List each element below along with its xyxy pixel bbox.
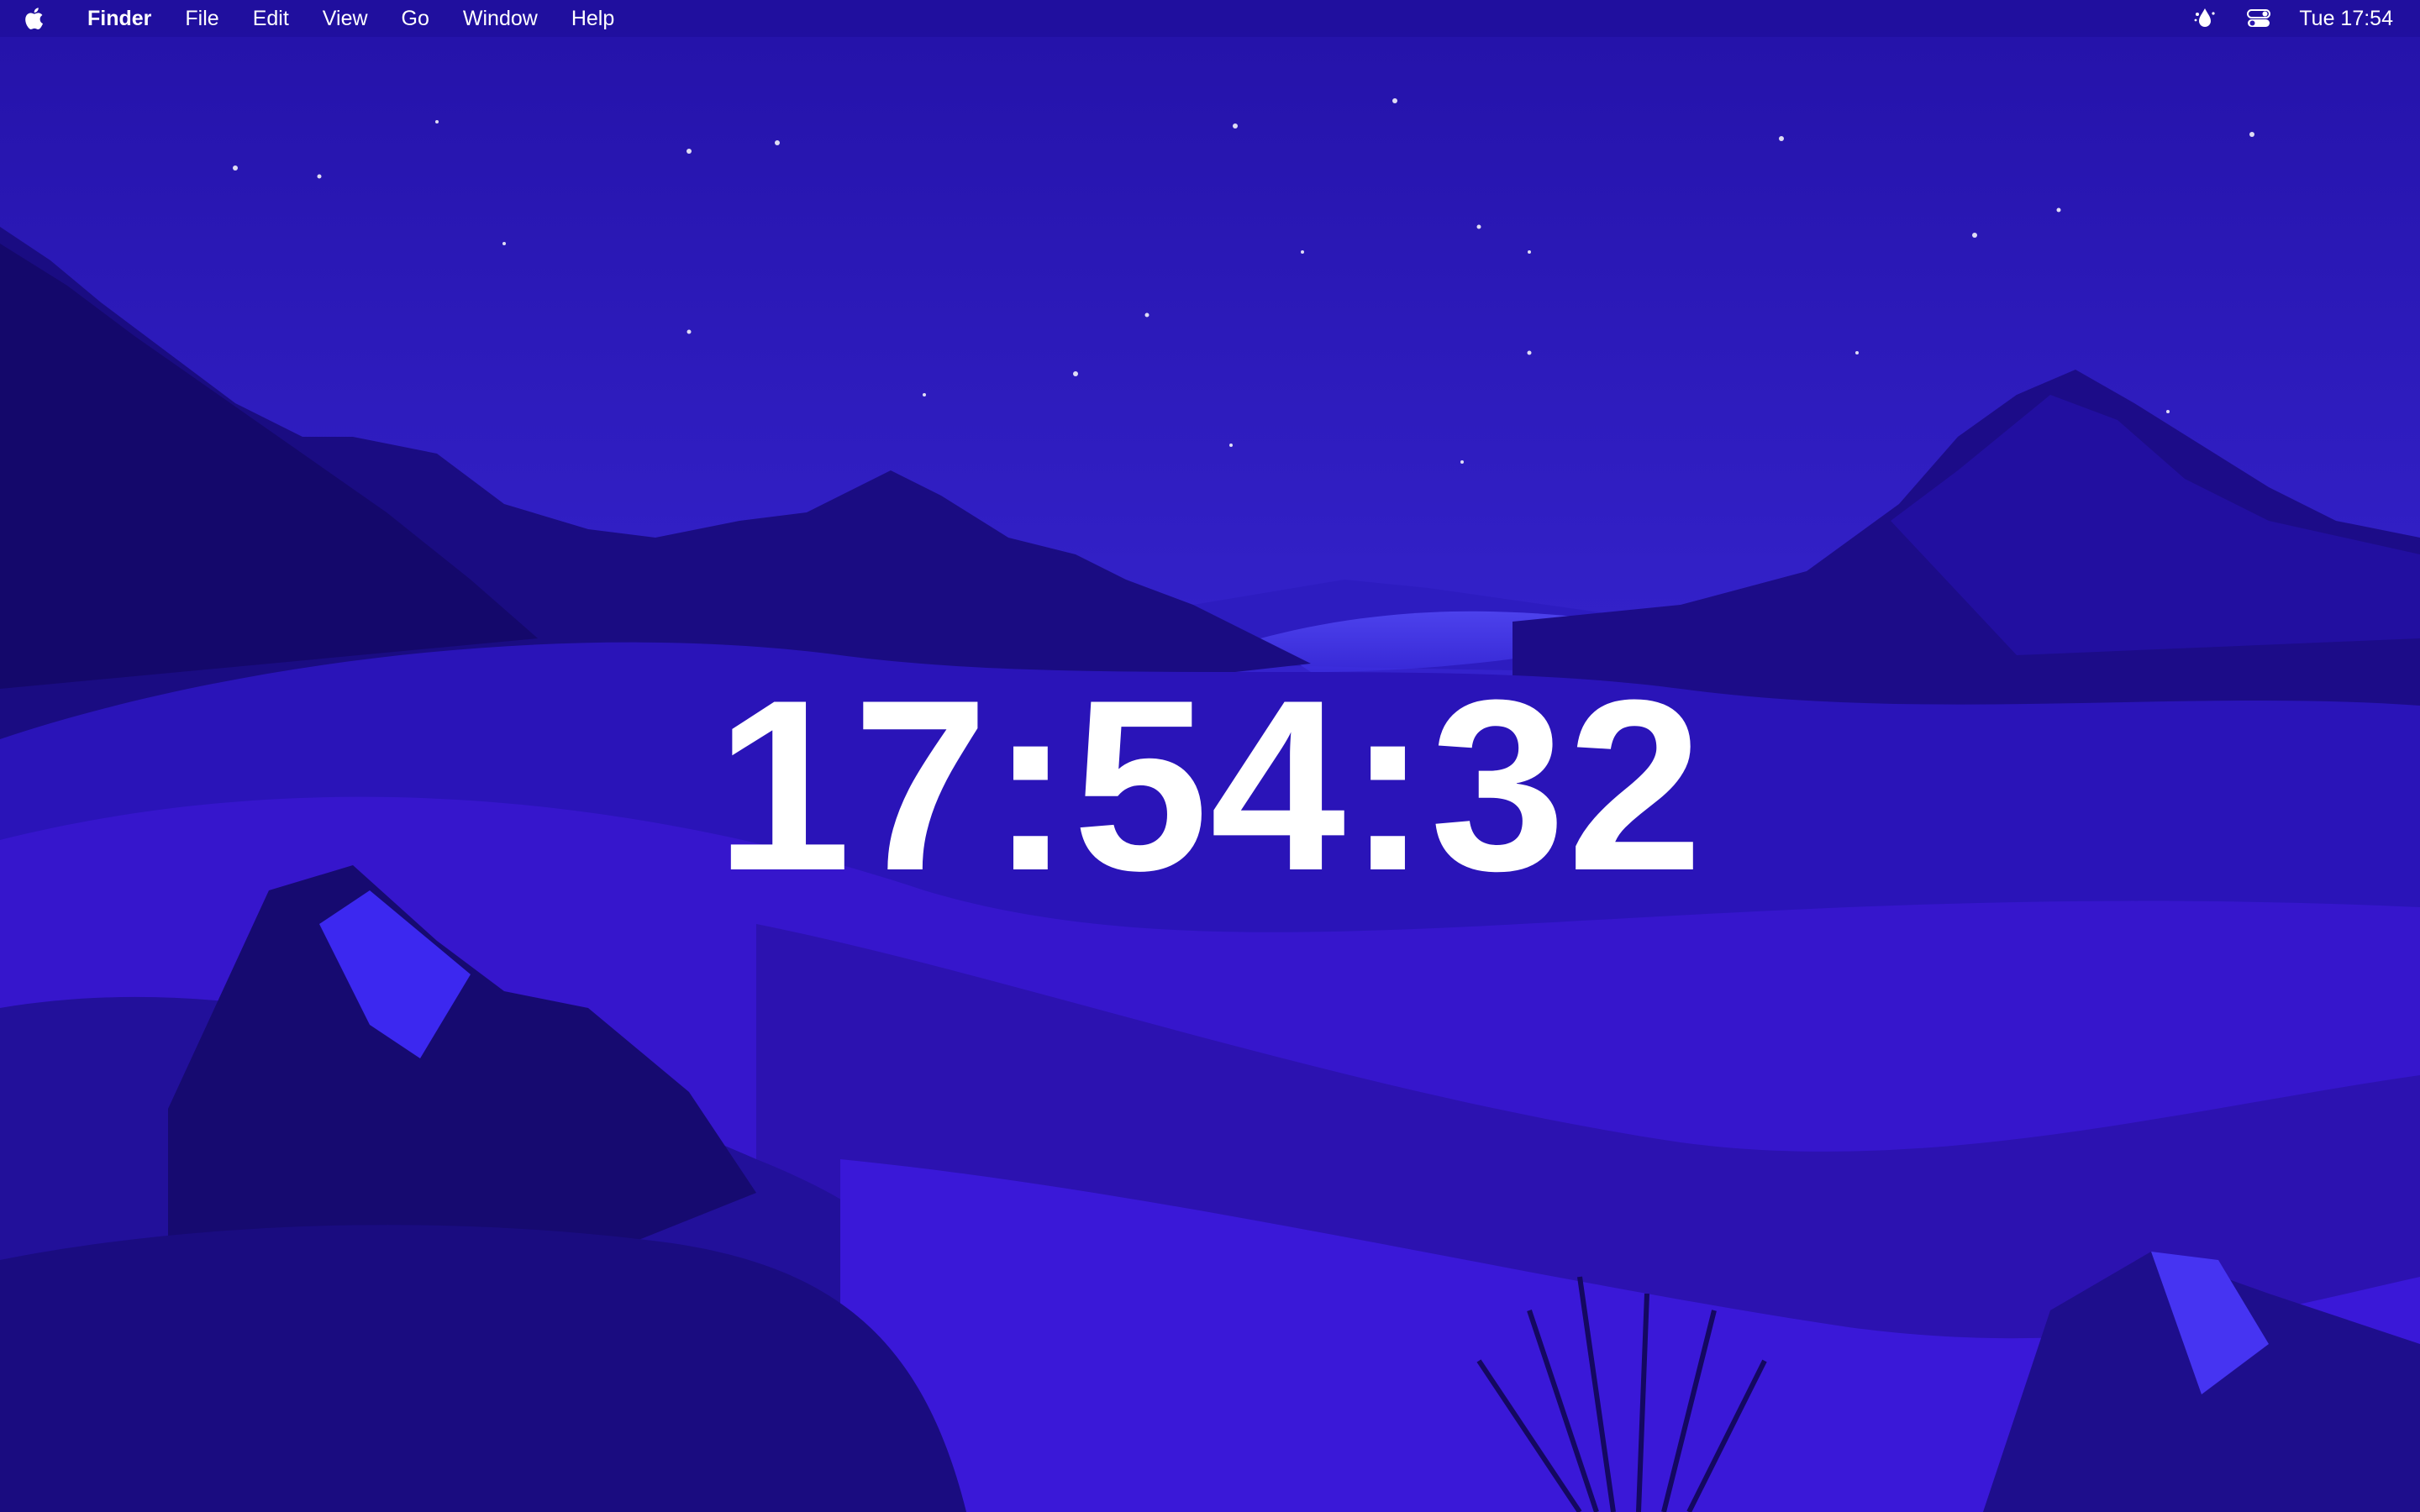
apple-logo-glyph [25,8,43,29]
menu-bar-left: Finder File Edit View Go Window Help [22,0,631,37]
desktop: Finder File Edit View Go Window Help Tue… [0,0,2420,1512]
menu-window[interactable]: Window [446,0,555,37]
menu-app-name[interactable]: Finder [71,0,168,37]
toggle-switches-glyph [2247,9,2271,27]
menu-view[interactable]: View [306,0,385,37]
control-center-icon[interactable] [2242,0,2275,37]
menu-edit[interactable]: Edit [236,0,306,37]
menu-help[interactable]: Help [555,0,631,37]
droplet-glyph [2194,8,2215,27]
droplet-app-icon[interactable] [2188,0,2222,37]
menu-file[interactable]: File [168,0,235,37]
menu-bar-clock[interactable]: Tue 17:54 [2299,7,2393,31]
apple-logo-icon[interactable] [22,4,45,33]
menu-go[interactable]: Go [385,0,446,37]
desktop-clock-widget: 17:54:32 [715,649,1705,921]
menu-bar: Finder File Edit View Go Window Help Tue… [0,0,2420,37]
menu-bar-status-area: Tue 17:54 [2168,0,2398,37]
